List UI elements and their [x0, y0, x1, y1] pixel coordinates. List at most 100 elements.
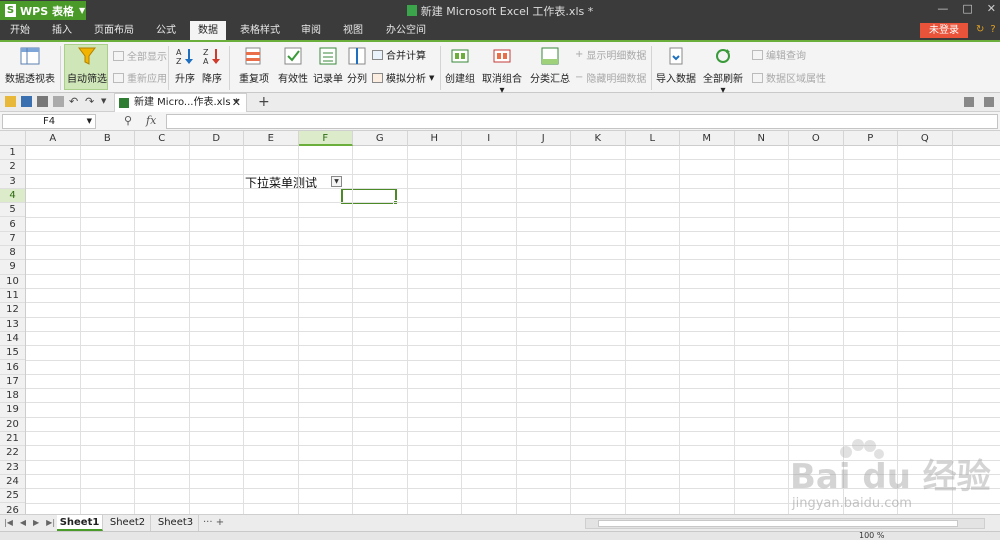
column-header-n[interactable]: N [735, 131, 789, 146]
row-header-5[interactable]: 5 [0, 203, 25, 218]
row-header-7[interactable]: 7 [0, 232, 25, 247]
document-tab[interactable]: 新建 Micro...作表.xls * ✕ [114, 93, 247, 112]
validity-button[interactable]: 有效性 [277, 45, 309, 85]
column-header-j[interactable]: J [517, 131, 571, 146]
row-header-6[interactable]: 6 [0, 218, 25, 232]
show-detail-button[interactable]: + 显示明细数据 [575, 47, 646, 62]
column-header-p[interactable]: P [844, 131, 898, 146]
duplicates-button[interactable]: 重复项 [233, 45, 275, 85]
refresh-all-button[interactable]: 全部刷新 ▾ [699, 45, 747, 96]
tab-home[interactable]: 开始 [4, 21, 36, 40]
hide-detail-button[interactable]: − 隐藏明细数据 [575, 70, 646, 85]
row-header-12[interactable]: 12 [0, 303, 25, 318]
show-all-button[interactable]: 全部显示 [113, 48, 167, 63]
column-header-c[interactable]: C [135, 131, 190, 146]
column-header-a[interactable]: A [26, 131, 81, 146]
reapply-button[interactable]: 重新应用 [113, 70, 167, 85]
range-properties-button[interactable]: 数据区域属性 [752, 70, 826, 85]
tab-office-space[interactable]: 办公空间 [378, 21, 434, 40]
open-folder-icon[interactable] [5, 96, 16, 107]
first-sheet-icon[interactable]: |◀ [4, 518, 13, 527]
row-header-24[interactable]: 24 [0, 475, 25, 490]
sheet-tab-3[interactable]: Sheet3 [153, 515, 199, 531]
split-column-button[interactable]: 分列 [345, 45, 369, 85]
column-header-b[interactable]: B [81, 131, 135, 146]
column-header-l[interactable]: L [626, 131, 680, 146]
close-tab-icon[interactable]: ✕ [232, 94, 241, 112]
chevron-down-icon[interactable]: ▼ [87, 115, 92, 128]
consolidate-button[interactable]: 合并计算 [372, 47, 426, 62]
row-header-13[interactable]: 13 [0, 318, 25, 332]
tab-review[interactable]: 审阅 [294, 21, 328, 40]
row-header-1[interactable]: 1 [0, 146, 25, 161]
column-header-m[interactable]: M [680, 131, 735, 146]
close-icon[interactable]: ✕ [987, 2, 996, 15]
row-header-3[interactable]: 3 [0, 175, 25, 189]
row-header-8[interactable]: 8 [0, 246, 25, 261]
formula-input[interactable] [166, 114, 998, 129]
tab-page-layout[interactable]: 页面布局 [88, 21, 140, 40]
prev-sheet-icon[interactable]: ◀ [20, 518, 26, 527]
customize-toolbar-icon[interactable]: ▼ [101, 96, 112, 107]
sheet-tab-1[interactable]: Sheet1 [57, 515, 103, 531]
record-form-button[interactable]: 记录单 [312, 45, 344, 85]
sort-descending-button[interactable]: ZA 降序 [199, 45, 225, 85]
tab-data[interactable]: 数据 [190, 21, 226, 40]
row-header-17[interactable]: 17 [0, 375, 25, 390]
row-header-10[interactable]: 10 [0, 275, 25, 289]
scrollbar-thumb[interactable] [598, 520, 958, 527]
dropdown-arrow-icon[interactable]: ▼ [331, 176, 342, 187]
select-all-corner[interactable] [0, 131, 26, 146]
row-header-25[interactable]: 25 [0, 489, 25, 504]
column-header-h[interactable]: H [408, 131, 462, 146]
autofilter-button[interactable]: 自动筛选 [65, 45, 109, 85]
tab-formulas[interactable]: 公式 [148, 21, 184, 40]
row-header-23[interactable]: 23 [0, 461, 25, 475]
row-header-18[interactable]: 18 [0, 389, 25, 404]
row-header-19[interactable]: 19 [0, 403, 25, 418]
row-header-21[interactable]: 21 [0, 432, 25, 447]
help-icon[interactable]: ? [990, 24, 995, 35]
new-tab-icon[interactable]: + [258, 93, 270, 111]
what-if-analysis-button[interactable]: 模拟分析 ▼ [372, 70, 434, 85]
sort-ascending-button[interactable]: AZ 升序 [172, 45, 198, 85]
next-sheet-icon[interactable]: ▶ [33, 518, 39, 527]
redo-icon[interactable]: ↷ [85, 96, 96, 107]
row-header-2[interactable]: 2 [0, 160, 25, 175]
row-header-26[interactable]: 26 [0, 504, 25, 515]
save-icon[interactable] [21, 96, 32, 107]
row-header-16[interactable]: 16 [0, 361, 25, 375]
refresh-icon[interactable]: ↻ [976, 24, 984, 35]
restore-tab-icon[interactable] [964, 97, 974, 107]
row-header-9[interactable]: 9 [0, 260, 25, 275]
subtotal-button[interactable]: 分类汇总 [528, 45, 572, 85]
tab-table-style[interactable]: 表格样式 [234, 21, 286, 40]
function-icon[interactable]: fx [146, 114, 156, 127]
create-group-button[interactable]: 创建组 [444, 45, 476, 85]
sheet-tab-2[interactable]: Sheet2 [105, 515, 151, 531]
tab-insert[interactable]: 插入 [46, 21, 78, 40]
tab-view[interactable]: 视图 [336, 21, 370, 40]
column-header-g[interactable]: G [353, 131, 408, 146]
row-header-14[interactable]: 14 [0, 332, 25, 347]
cell-area[interactable]: 下拉菜单测试 ▼ [26, 146, 1000, 514]
maximize-icon[interactable]: □ [962, 2, 972, 15]
minimize-icon[interactable]: — [937, 2, 948, 15]
ungroup-button[interactable]: 取消组合 ▾ [478, 45, 526, 96]
pivot-table-button[interactable]: 数据透视表 [4, 45, 56, 85]
zoom-lens-icon[interactable]: ⚲ [124, 114, 132, 127]
import-data-button[interactable]: 导入数据 [655, 45, 697, 85]
last-sheet-icon[interactable]: ▶| [46, 518, 55, 527]
add-sheet-button[interactable]: ··· + [203, 515, 224, 531]
row-header-22[interactable]: 22 [0, 446, 25, 461]
row-header-15[interactable]: 15 [0, 346, 25, 361]
column-header-f[interactable]: F [298, 131, 353, 146]
login-button[interactable]: 未登录 [920, 23, 968, 38]
column-header-o[interactable]: O [789, 131, 844, 146]
row-header-11[interactable]: 11 [0, 289, 25, 304]
horizontal-scrollbar[interactable] [585, 518, 985, 529]
close-doc-icon[interactable] [984, 97, 994, 107]
edit-query-button[interactable]: 编辑查询 [752, 47, 806, 62]
zoom-level[interactable]: 100 % [859, 531, 884, 540]
column-header-e[interactable]: E [244, 131, 299, 146]
